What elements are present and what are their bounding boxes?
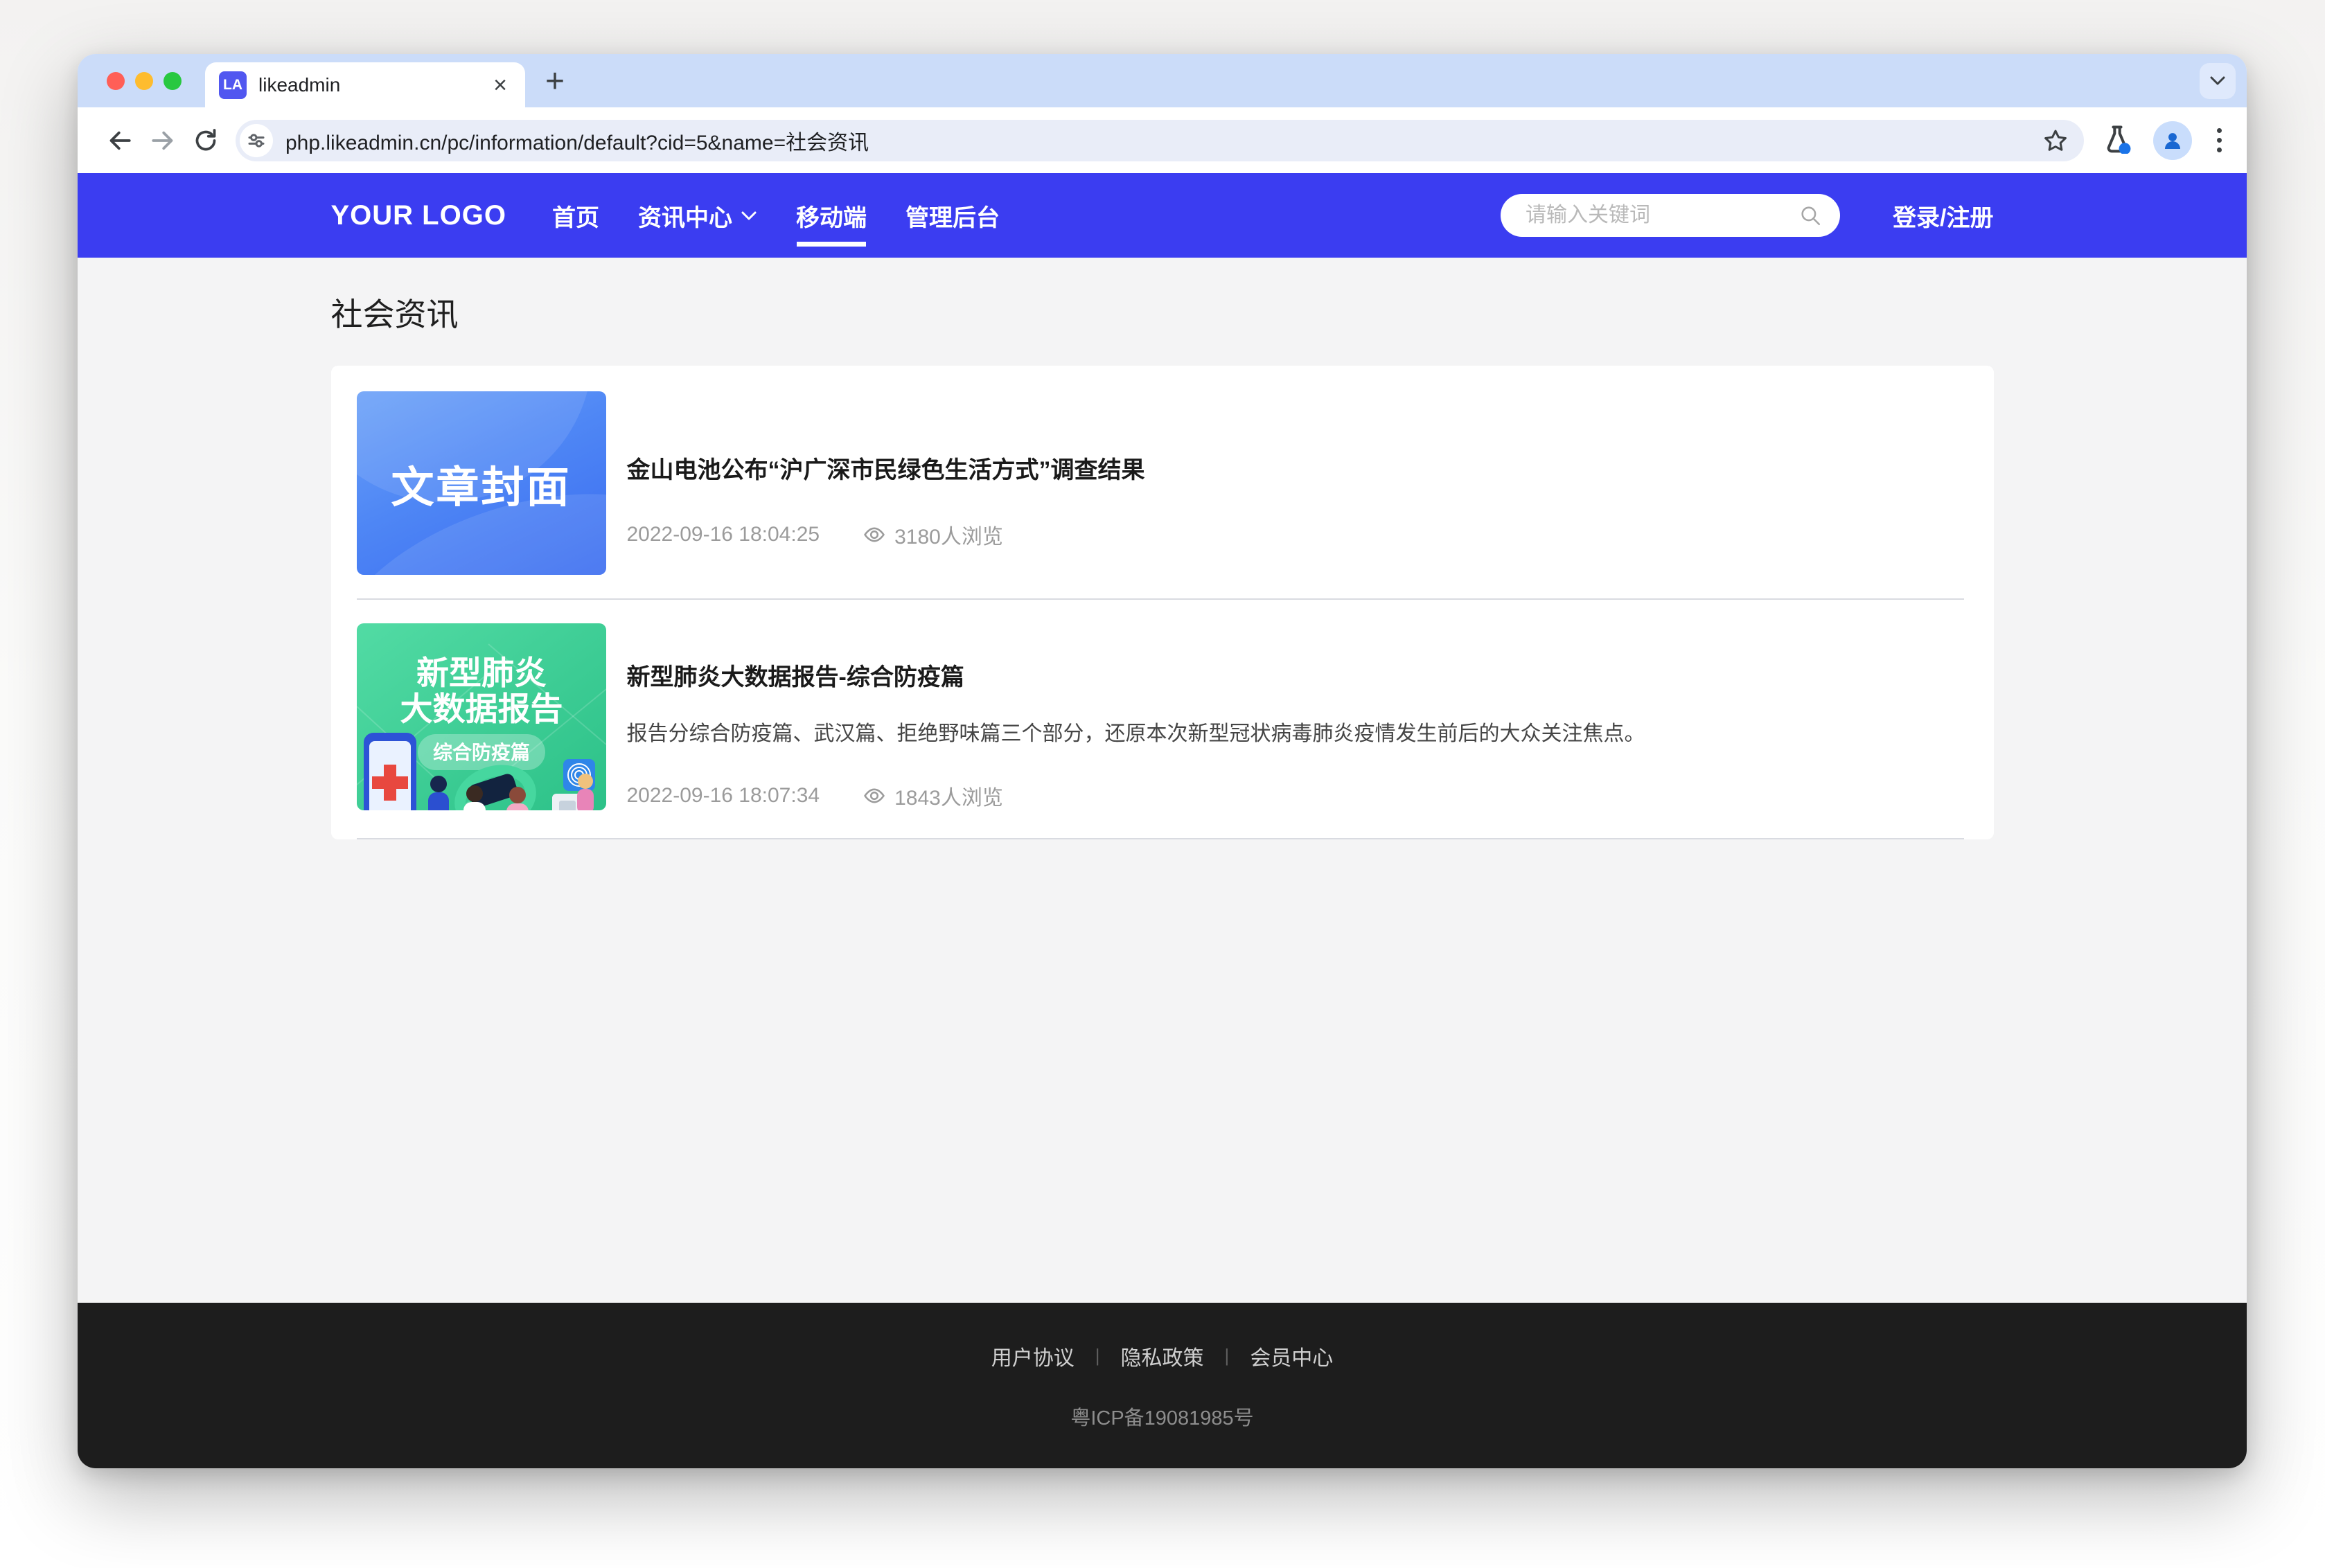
nav-item-news-center[interactable]: 资讯中心	[619, 173, 777, 258]
site-settings-icon[interactable]	[240, 124, 273, 157]
footer-link-user-agreement[interactable]: 用户协议	[991, 1341, 1075, 1371]
search-icon[interactable]	[1798, 204, 1822, 227]
divider	[357, 598, 1964, 600]
toolbar-right-icons	[2102, 121, 2226, 160]
back-arrow-icon	[106, 127, 134, 154]
url-bar[interactable]: php.likeadmin.cn/pc/information/default?…	[236, 120, 2084, 161]
content-area: 社会资讯 文章封面 金山电池公布“沪广深市民绿色生活方式”调查结果 2022-0…	[78, 258, 2247, 1303]
window-close-button[interactable]	[107, 72, 125, 90]
web-page: YOUR LOGO 首页 资讯中心 移动端	[78, 173, 2247, 1468]
tab-strip: LA likeadmin × +	[78, 54, 2247, 107]
forward-button[interactable]	[141, 119, 184, 162]
site-navbar: YOUR LOGO 首页 资讯中心 移动端	[78, 173, 2247, 258]
search-input[interactable]	[1524, 203, 1798, 228]
site-footer: 用户协议 | 隐私政策 | 会员中心 粤ICP备19081985号	[78, 1303, 2247, 1468]
login-register-link[interactable]: 登录/注册	[1893, 199, 1993, 233]
nav-item-label: 首页	[552, 199, 599, 233]
reload-icon	[192, 127, 220, 154]
footer-separator: |	[1095, 1345, 1100, 1366]
nav-item-label: 管理后台	[905, 199, 1000, 233]
footer-separator: |	[1225, 1345, 1230, 1366]
footer-link-privacy-policy[interactable]: 隐私政策	[1121, 1341, 1204, 1371]
article-item[interactable]: 新型肺炎 大数据报告 综合防疫篇	[357, 623, 1964, 811]
footer-link-member-center[interactable]: 会员中心	[1250, 1341, 1333, 1371]
tab-close-icon[interactable]: ×	[489, 72, 511, 98]
new-tab-button[interactable]: +	[535, 61, 575, 101]
article-title[interactable]: 金山电池公布“沪广深市民绿色生活方式”调查结果	[627, 451, 1964, 485]
chevron-down-icon	[2209, 75, 2226, 87]
back-button[interactable]	[98, 119, 141, 162]
article-meta: 2022-09-16 18:07:34 1843人浏览	[627, 781, 1964, 811]
site-favicon: LA	[219, 71, 247, 99]
views-count: 1843人浏览	[894, 781, 1003, 811]
browser-toolbar: php.likeadmin.cn/pc/information/default?…	[78, 107, 2247, 173]
tab-search-button[interactable]	[2200, 63, 2236, 99]
article-list-card: 文章封面 金山电池公布“沪广深市民绿色生活方式”调查结果 2022-09-16 …	[331, 366, 1994, 839]
eye-icon	[863, 523, 886, 546]
window-controls	[107, 72, 182, 90]
experiments-flask-icon[interactable]	[2102, 123, 2132, 157]
nav-item-mobile[interactable]: 移动端	[777, 173, 886, 258]
eye-icon	[863, 784, 886, 808]
window-zoom-button[interactable]	[163, 72, 182, 90]
article-date: 2022-09-16 18:04:25	[627, 523, 820, 546]
forward-arrow-icon	[149, 127, 177, 154]
thumbnail-text: 文章封面	[391, 452, 571, 515]
article-views: 1843人浏览	[863, 781, 1003, 811]
main-menu: 首页 资讯中心 移动端 管理后台	[533, 173, 1019, 258]
footer-links: 用户协议 | 隐私政策 | 会员中心	[991, 1341, 1334, 1371]
active-nav-indicator	[797, 242, 866, 247]
thumbnail-text-line1: 新型肺炎	[416, 654, 547, 691]
icp-record-number: 粤ICP备19081985号	[1070, 1402, 1253, 1431]
article-meta: 2022-09-16 18:04:25 3180人浏览	[627, 519, 1964, 550]
window-minimize-button[interactable]	[135, 72, 153, 90]
article-title[interactable]: 新型肺炎大数据报告-综合防疫篇	[627, 658, 1964, 692]
page-title: 社会资讯	[331, 289, 1994, 335]
nav-item-label: 移动端	[796, 199, 867, 233]
url-text[interactable]: php.likeadmin.cn/pc/information/default?…	[285, 125, 2034, 156]
bookmark-star-icon[interactable]	[2042, 127, 2069, 154]
reload-button[interactable]	[184, 119, 227, 162]
article-views: 3180人浏览	[863, 519, 1003, 550]
article-thumbnail[interactable]: 文章封面	[357, 391, 606, 575]
site-logo[interactable]: YOUR LOGO	[331, 200, 506, 231]
article-description: 报告分综合防疫篇、武汉篇、拒绝野味篇三个部分，还原本次新型冠状病毒肺炎疫情发生前…	[627, 720, 1964, 749]
tab-title: likeadmin	[258, 74, 489, 96]
thumbnail-text-line2: 大数据报告	[400, 691, 563, 727]
person-icon	[2161, 129, 2184, 152]
nav-item-home[interactable]: 首页	[533, 173, 619, 258]
browser-window: LA likeadmin × + php.likeadmin.cn/pc/inf…	[78, 54, 2247, 1468]
divider	[357, 838, 1964, 839]
chevron-down-icon	[741, 211, 757, 221]
article-thumbnail[interactable]: 新型肺炎 大数据报告 综合防疫篇	[357, 623, 606, 810]
thumbnail-badge: 综合防疫篇	[432, 741, 529, 763]
views-count: 3180人浏览	[894, 519, 1003, 550]
keyword-search-box[interactable]	[1501, 194, 1840, 237]
profile-avatar[interactable]	[2153, 121, 2192, 160]
nav-item-admin[interactable]: 管理后台	[886, 173, 1019, 258]
nav-item-label: 资讯中心	[638, 199, 732, 233]
browser-tab[interactable]: LA likeadmin ×	[205, 62, 525, 107]
article-item[interactable]: 文章封面 金山电池公布“沪广深市民绿色生活方式”调查结果 2022-09-16 …	[357, 391, 1964, 575]
article-date: 2022-09-16 18:07:34	[627, 784, 820, 808]
browser-menu-icon[interactable]	[2213, 124, 2226, 157]
